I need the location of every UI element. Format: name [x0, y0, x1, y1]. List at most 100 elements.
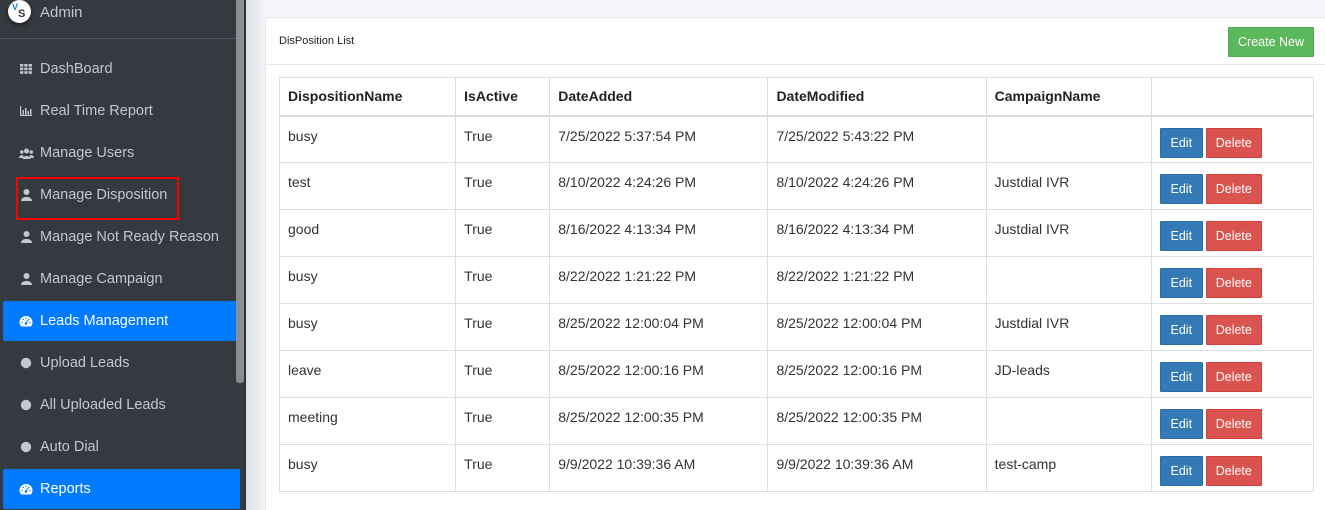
sidebar-item-label: All Uploaded Leads	[40, 397, 166, 413]
sidebar-item-auto-dial[interactable]: Auto Dial	[0, 426, 240, 468]
table-row: busy True 7/25/2022 5:37:54 PM 7/25/2022 5:…	[278, 115, 1315, 163]
delete-button[interactable]: Delete	[1205, 315, 1262, 345]
sidebar-item-all-uploaded-leads[interactable]: All Uploaded Leads	[0, 384, 240, 426]
cell-is-active: True	[455, 256, 551, 304]
sidebar-item-real-time-report[interactable]: Real Time Report	[0, 90, 240, 132]
disposition-card: DisPosition List Create New DispositionN…	[265, 17, 1325, 510]
header-date-added: DateAdded	[549, 77, 769, 117]
user-icon	[18, 188, 34, 202]
users-icon	[18, 146, 34, 160]
table-row: test True 8/10/2022 4:24:26 PM 8/10/2022 4:…	[278, 162, 1315, 210]
cell-date-added: 8/16/2022 4:13:34 PM	[549, 209, 769, 257]
cell-campaign-name: Justdial IVR	[985, 209, 1152, 257]
edit-button[interactable]: Edit	[1159, 174, 1203, 204]
cell-actions: Edit Delete	[1150, 115, 1315, 163]
sidebar-item-manage-users[interactable]: Manage Users	[0, 132, 240, 174]
sidebar-item-manage-not-ready-reason[interactable]: Manage Not Ready Reason	[0, 216, 240, 258]
circle-icon	[18, 398, 34, 412]
table-row: leave True 8/25/2022 12:00:16 PM 8/25/2022 …	[278, 350, 1315, 398]
cell-is-active: True	[455, 397, 551, 445]
cell-date-added: 8/22/2022 1:21:22 PM	[549, 256, 769, 304]
cell-disposition-name: busy	[278, 256, 457, 304]
sidebar-item-label: Manage Users	[40, 145, 135, 161]
content-shadow	[246, 0, 266, 510]
cell-is-active: True	[455, 303, 551, 351]
cell-campaign-name: test-camp	[985, 444, 1152, 492]
sidebar-item-label: Manage Disposition	[40, 187, 168, 203]
delete-button[interactable]: Delete	[1205, 268, 1262, 298]
table-row: busy True 8/22/2022 1:21:22 PM 8/22/2022 1:…	[278, 256, 1315, 304]
sidebar-item-label: Real Time Report	[40, 103, 153, 119]
sidebar-item-dashboard[interactable]: DashBoard	[0, 48, 240, 90]
cell-date-added: 8/25/2022 12:00:04 PM	[549, 303, 769, 351]
card-title: DisPosition List	[279, 34, 355, 47]
table-row: meeting True 8/25/2022 12:00:35 PM 8/25/202…	[278, 397, 1315, 445]
header-is-active: IsActive	[455, 77, 551, 117]
sidebar-item-label: Auto Dial	[40, 439, 99, 455]
cell-date-added: 8/25/2022 12:00:16 PM	[549, 350, 769, 398]
delete-button[interactable]: Delete	[1205, 174, 1262, 204]
cell-actions: Edit Delete	[1150, 444, 1315, 492]
delete-button[interactable]: Delete	[1205, 362, 1262, 392]
logo-letter-s: S	[18, 7, 26, 20]
sidebar-item-label: Manage Not Ready Reason	[40, 229, 219, 245]
create-new-button[interactable]: Create New	[1228, 27, 1314, 57]
cell-disposition-name: busy	[278, 115, 457, 163]
cell-date-added: 9/9/2022 10:39:36 AM	[549, 444, 769, 492]
table-row: busy True 8/25/2022 12:00:04 PM 8/25/2022 1…	[278, 303, 1315, 351]
cell-date-modified: 8/25/2022 12:00:04 PM	[767, 303, 987, 351]
cell-is-active: True	[455, 162, 551, 210]
delete-button[interactable]: Delete	[1205, 127, 1262, 158]
cell-campaign-name: Justdial IVR	[985, 303, 1152, 351]
sidebar-scrollbar[interactable]	[236, 0, 244, 383]
cell-campaign-name: JD-leads	[985, 350, 1152, 398]
cell-campaign-name: Justdial IVR	[985, 162, 1152, 210]
sidebar-item-manage-disposition[interactable]: Manage Disposition	[0, 174, 240, 216]
cell-disposition-name: leave	[278, 350, 457, 398]
cell-date-modified: 7/25/2022 5:43:22 PM	[767, 115, 987, 163]
cell-date-modified: 8/25/2022 12:00:16 PM	[767, 350, 987, 398]
cell-campaign-name	[985, 256, 1152, 304]
circle-icon	[18, 356, 34, 370]
brand[interactable]: V S Admin	[0, 0, 238, 39]
cell-campaign-name	[985, 115, 1152, 163]
cell-actions: Edit Delete	[1150, 303, 1315, 351]
brand-logo: V S	[8, 0, 31, 23]
cell-disposition-name: test	[278, 162, 457, 210]
grid-icon	[18, 62, 34, 76]
cell-date-added: 8/10/2022 4:24:26 PM	[549, 162, 769, 210]
cell-actions: Edit Delete	[1150, 397, 1315, 445]
edit-button[interactable]: Edit	[1159, 268, 1203, 298]
delete-button[interactable]: Delete	[1205, 409, 1262, 439]
header-disposition-name: DispositionName	[278, 77, 457, 117]
edit-button[interactable]: Edit	[1159, 315, 1203, 345]
sidebar: V S Admin DashBoard Real Time Report Manag…	[0, 0, 246, 510]
cell-date-modified: 9/9/2022 10:39:36 AM	[767, 444, 987, 492]
brand-title: Admin	[40, 4, 83, 21]
cell-disposition-name: busy	[278, 444, 457, 492]
disposition-table: DispositionName IsActive DateAdded DateM…	[278, 77, 1315, 492]
cell-is-active: True	[455, 115, 551, 163]
sidebar-item-manage-campaign[interactable]: Manage Campaign	[0, 258, 240, 300]
header-actions	[1150, 77, 1315, 117]
cell-date-modified: 8/25/2022 12:00:35 PM	[767, 397, 987, 445]
sidebar-item-leads-management[interactable]: Leads Management	[3, 301, 240, 341]
edit-button[interactable]: Edit	[1159, 456, 1203, 486]
sidebar-item-upload-leads[interactable]: Upload Leads	[0, 342, 240, 384]
edit-button[interactable]: Edit	[1159, 362, 1203, 392]
edit-button[interactable]: Edit	[1159, 409, 1203, 439]
tachometer-icon	[18, 314, 34, 328]
edit-button[interactable]: Edit	[1159, 127, 1203, 158]
table-header-row: DispositionName IsActive DateAdded DateM…	[278, 77, 1315, 117]
cell-is-active: True	[455, 209, 551, 257]
cell-date-modified: 8/10/2022 4:24:26 PM	[767, 162, 987, 210]
sidebar-item-label: Leads Management	[40, 313, 169, 329]
delete-button[interactable]: Delete	[1205, 456, 1262, 486]
cell-actions: Edit Delete	[1150, 209, 1315, 257]
sidebar-item-reports[interactable]: Reports	[3, 469, 240, 509]
user-icon	[18, 230, 34, 244]
delete-button[interactable]: Delete	[1205, 221, 1262, 251]
sidebar-item-label: Upload Leads	[40, 355, 130, 371]
header-date-modified: DateModified	[767, 77, 987, 117]
edit-button[interactable]: Edit	[1159, 221, 1203, 251]
